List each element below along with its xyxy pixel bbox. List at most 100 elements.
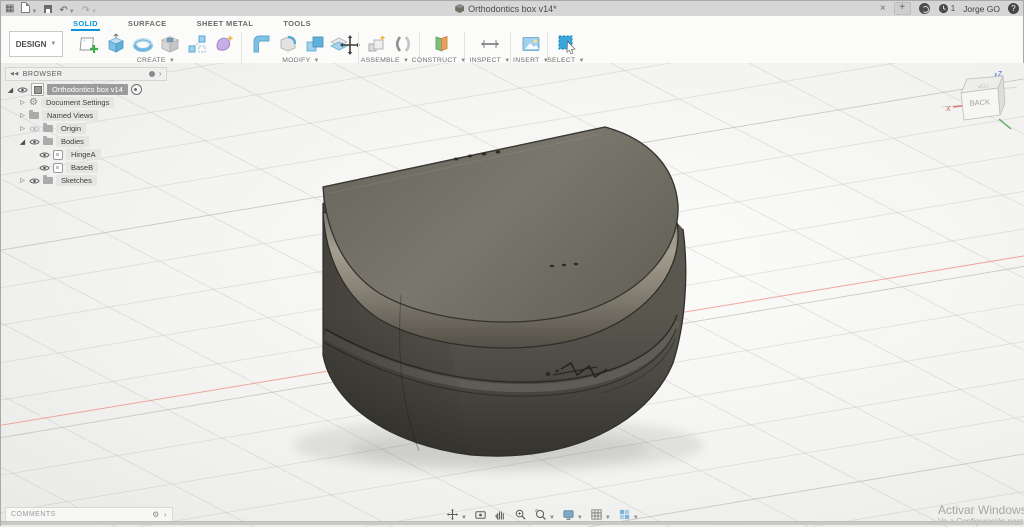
orbit-button[interactable]: ▼ xyxy=(444,508,469,521)
fit-button[interactable]: ▼ xyxy=(532,508,557,521)
tab-sheet-metal[interactable]: SHEET METAL xyxy=(195,16,256,30)
caret-down-icon: ▼ xyxy=(31,8,38,15)
extensions-icon[interactable] xyxy=(918,3,930,14)
tree-item-bodies[interactable]: ◢ Bodies xyxy=(19,135,89,148)
collapsed-arrow-icon[interactable]: ▷ xyxy=(19,177,26,184)
tree-item-label[interactable]: Named Views xyxy=(42,110,99,121)
notifications-button[interactable]: 1 xyxy=(938,3,955,14)
visibility-eye-icon[interactable] xyxy=(17,86,28,94)
tree-item-label[interactable]: BaseB xyxy=(66,162,99,173)
tree-item-origin[interactable]: ▷ Origin xyxy=(19,122,87,135)
caret-down-icon: ▼ xyxy=(91,8,98,15)
create-form-icon[interactable] xyxy=(212,32,236,56)
panel-options-icon[interactable] xyxy=(148,71,155,77)
new-file-button[interactable]: ▼ xyxy=(21,0,37,18)
grid-settings-button[interactable]: ▼ xyxy=(588,508,613,521)
tree-item-label[interactable]: Orthodontics box v14 xyxy=(47,84,128,95)
visibility-eye-icon[interactable] xyxy=(29,138,40,146)
redo-button[interactable]: ↷▼ xyxy=(82,0,97,18)
revolve-icon[interactable] xyxy=(131,32,155,56)
gear-icon: ⚙ xyxy=(29,96,38,108)
comments-label: COMMENTS xyxy=(11,511,56,518)
app-menu-icon[interactable]: ▦ xyxy=(5,2,14,15)
chevron-right-icon[interactable]: › xyxy=(164,510,167,519)
zoom-icon xyxy=(515,509,526,520)
zoom-button[interactable] xyxy=(512,508,529,521)
viewport-canvas[interactable]: ◀◀ BROWSER › ◢ Orthodontics box v14 ▷ ⚙ … xyxy=(0,63,1024,527)
press-pull-icon[interactable] xyxy=(249,32,273,56)
viewcube-x-label: X xyxy=(946,106,951,113)
browser-panel: ◀◀ BROWSER › ◢ Orthodontics box v14 ▷ ⚙ … xyxy=(5,67,177,186)
look-at-button[interactable] xyxy=(472,508,489,521)
new-component-icon[interactable] xyxy=(365,32,389,56)
viewcube-y-axis xyxy=(998,118,1012,130)
select-icon[interactable] xyxy=(555,32,579,56)
model-orthodontics-box[interactable] xyxy=(1,63,1024,527)
tree-item-label[interactable]: Bodies xyxy=(56,136,89,147)
document-tab[interactable]: Orthodontics box v14* xyxy=(455,1,557,16)
create-sketch-icon[interactable] xyxy=(77,32,101,56)
tree-item-document-settings[interactable]: ▷ ⚙ Document Settings xyxy=(19,96,115,109)
combine-icon[interactable] xyxy=(303,32,327,56)
folder-icon xyxy=(29,110,39,119)
collapsed-arrow-icon[interactable]: ▷ xyxy=(19,112,26,119)
pan-hand-icon xyxy=(495,511,504,520)
expand-arrow-icon[interactable]: ◢ xyxy=(7,86,14,94)
construct-plane-icon[interactable] xyxy=(429,32,453,56)
viewcube-front-label: BACK xyxy=(969,97,990,107)
comments-options-icon[interactable]: ⚙ xyxy=(152,510,160,520)
tab-solid[interactable]: SOLID xyxy=(71,16,100,31)
viewports-button[interactable]: ▼ xyxy=(616,508,641,521)
joint-icon[interactable] xyxy=(391,32,415,56)
visibility-eye-icon-dim[interactable] xyxy=(29,125,40,133)
tab-tools[interactable]: TOOLS xyxy=(281,16,313,30)
tree-item-baseb[interactable]: BaseB xyxy=(39,161,99,174)
tree-item-root[interactable]: ◢ Orthodontics box v14 xyxy=(7,83,142,96)
grid-settings-icon xyxy=(591,509,602,520)
activate-component-radio[interactable] xyxy=(130,84,142,95)
collapse-panel-icon[interactable]: ◀◀ xyxy=(10,71,19,77)
viewcube-top-label: TOP xyxy=(977,82,989,89)
collapsed-arrow-icon[interactable]: ▷ xyxy=(19,125,26,132)
undo-button[interactable]: ↶▼ xyxy=(59,0,74,18)
clock-icon xyxy=(938,3,948,14)
save-icon[interactable] xyxy=(44,4,53,13)
visibility-eye-icon[interactable] xyxy=(39,151,50,159)
measure-icon[interactable] xyxy=(478,32,502,56)
browser-header[interactable]: ◀◀ BROWSER › xyxy=(5,67,167,81)
workspace-selector-label: DESIGN xyxy=(15,39,47,49)
help-button[interactable]: ? xyxy=(1008,3,1019,14)
new-tab-button[interactable]: + xyxy=(893,2,911,15)
tree-item-label[interactable]: Origin xyxy=(56,123,87,134)
pan-button[interactable] xyxy=(492,508,509,521)
visibility-eye-icon[interactable] xyxy=(39,164,50,172)
fillet-icon[interactable] xyxy=(276,32,300,56)
close-tab-button[interactable]: × xyxy=(880,3,886,14)
tree-item-named-views[interactable]: ▷ Named Views xyxy=(19,109,99,122)
fit-icon xyxy=(535,509,546,520)
browser-title: BROWSER xyxy=(22,70,63,78)
chevron-right-icon[interactable]: › xyxy=(159,70,162,78)
pattern-icon[interactable] xyxy=(185,32,209,56)
tree-item-label[interactable]: HingeA xyxy=(66,149,101,160)
view-cube[interactable]: X Z BACK TOP xyxy=(939,65,1019,145)
tab-surface[interactable]: SURFACE xyxy=(126,16,169,30)
redo-icon: ↷ xyxy=(81,4,91,16)
tree-item-sketches[interactable]: ▷ Sketches xyxy=(19,174,97,187)
viewports-icon xyxy=(619,509,629,520)
workspace-selector-button[interactable]: DESIGN ▼ xyxy=(9,31,63,57)
hole-icon[interactable] xyxy=(158,32,182,56)
tree-item-hingea[interactable]: HingeA xyxy=(39,148,101,161)
expand-arrow-icon[interactable]: ◢ xyxy=(19,138,26,146)
tree-item-label[interactable]: Document Settings xyxy=(40,97,115,108)
folder-icon xyxy=(43,123,53,132)
tree-item-label[interactable]: Sketches xyxy=(56,175,97,186)
insert-canvas-icon[interactable] xyxy=(519,32,543,56)
visibility-eye-icon[interactable] xyxy=(29,177,40,185)
collapsed-arrow-icon[interactable]: ▷ xyxy=(19,99,26,106)
comments-bar[interactable]: COMMENTS ⚙ › xyxy=(5,507,173,522)
user-menu[interactable]: Jorge GO xyxy=(963,4,1000,14)
extrude-icon[interactable] xyxy=(104,32,128,56)
display-settings-button[interactable]: ▼ xyxy=(560,508,585,521)
body-icon xyxy=(53,162,63,173)
